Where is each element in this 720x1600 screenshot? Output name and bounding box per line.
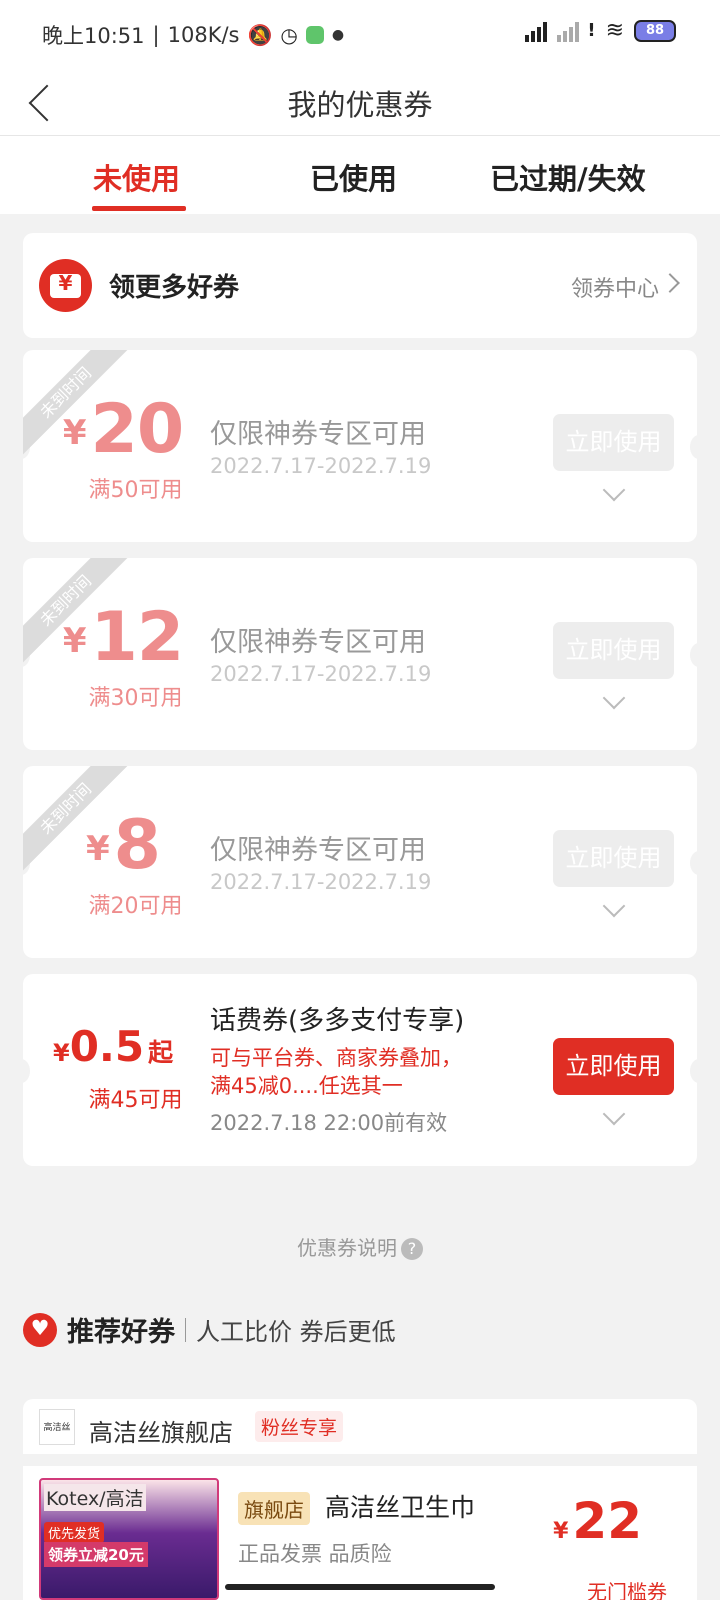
coupon-condition: 满20可用 (88, 894, 183, 919)
card-notch (690, 1059, 697, 1083)
recommend-header: 推荐好券 人工比价 券后更低 (23, 1310, 396, 1349)
notification-dot-icon: ● (331, 27, 345, 43)
store-name: 高洁丝旗舰店 (89, 1419, 233, 1447)
nav-header: 我的优惠券 (0, 68, 720, 136)
coupon-amount: ¥20 (62, 390, 184, 469)
tab-expired[interactable]: 已过期/失效 (490, 156, 646, 198)
use-now-button[interactable]: 立即使用 (553, 830, 674, 887)
coupon-condition: 满30可用 (88, 686, 183, 711)
coupon-condition: 满50可用 (88, 478, 183, 503)
heart-icon (23, 1312, 57, 1347)
recommend-title: 推荐好券 (67, 1317, 175, 1348)
product-guarantees: 正品发票 品质险 (238, 1542, 392, 1566)
product-image: Kotex/高洁 优先发货 领券立减20元 (39, 1478, 219, 1600)
network-speed: 108K/s (167, 23, 240, 47)
card-notch (690, 851, 697, 875)
coupon-amount: ¥0.5 起 (53, 1022, 174, 1071)
chevron-down-icon[interactable] (602, 894, 626, 918)
chevron-down-icon[interactable] (602, 686, 626, 710)
coupon-validity: 2022.7.17-2022.7.19 (210, 662, 432, 686)
coupon-center-link[interactable]: 领券中心 (571, 271, 659, 303)
coupon-condition: 满45可用 (88, 1088, 183, 1113)
card-notch (23, 1059, 30, 1083)
status-separator: | (152, 23, 160, 47)
product-price: ¥22 (553, 1492, 642, 1550)
coupon-validity: 2022.7.17-2022.7.19 (210, 454, 432, 478)
status-left: 晚上10:51 | 108K/s 🔕 ◷ ● (42, 20, 344, 50)
store-logo: 高洁丝 (39, 1409, 75, 1445)
coupon-title: 仅限神券专区可用 (210, 835, 426, 866)
store-row[interactable]: 高洁丝 高洁丝旗舰店 粉丝专享 (23, 1399, 697, 1454)
active-tab-indicator (92, 206, 186, 211)
flagship-store-badge: 旗舰店 (238, 1492, 310, 1525)
coupon-note: 无门槛券 (587, 1580, 667, 1600)
coupon-card: 未到时间 ¥8 满20可用 仅限神券专区可用 2022.7.17-2022.7.… (23, 766, 697, 958)
signal-icon (525, 20, 548, 42)
promo-title: 领更多好券 (109, 273, 240, 303)
coupon-title: 仅限神券专区可用 (210, 419, 426, 450)
no-service-icon: ! (587, 20, 596, 41)
coupon-amount: ¥8 (86, 806, 161, 885)
fan-exclusive-badge: 粉丝专享 (255, 1411, 344, 1442)
tab-used[interactable]: 已使用 (310, 156, 397, 198)
chevron-right-icon (660, 273, 680, 293)
coupon-ticket-icon: ¥ (39, 259, 92, 312)
signal-2-icon (557, 20, 580, 42)
recommend-subtitle: 人工比价 券后更低 (196, 1318, 396, 1346)
product-name: 高洁丝卫生巾 (325, 1493, 476, 1522)
phone-bill-coupon-card: ¥0.5 起 满45可用 话费券(多多支付专享) 可与平台券、商家券叠加， 满45… (23, 974, 697, 1166)
home-indicator[interactable] (225, 1584, 495, 1590)
page-title: 我的优惠券 (287, 88, 433, 122)
use-now-button[interactable]: 立即使用 (553, 622, 674, 679)
coupon-tabs: 未使用 已使用 已过期/失效 (0, 136, 720, 214)
coupon-validity: 2022.7.17-2022.7.19 (210, 870, 432, 894)
alarm-clock-icon: ◷ (280, 23, 298, 47)
tab-unused[interactable]: 未使用 (93, 156, 180, 198)
wifi-icon: ≋ (605, 18, 624, 43)
battery-icon: 88 (634, 19, 676, 42)
card-notch (690, 435, 697, 459)
coupon-validity: 2022.7.18 22:00前有效 (210, 1111, 448, 1135)
status-time: 晚上10:51 (42, 24, 145, 48)
wechat-icon (305, 26, 324, 44)
coupon-description: 可与平台券、商家券叠加， 满45减0....任选其一 (210, 1046, 462, 1098)
coupon-card: 未到时间 ¥12 满30可用 仅限神券专区可用 2022.7.17-2022.7… (23, 558, 697, 750)
mute-bell-icon: 🔕 (247, 23, 273, 47)
coupon-title: 仅限神券专区可用 (210, 627, 426, 658)
divider (185, 1317, 186, 1342)
card-notch (690, 643, 697, 667)
question-icon: ? (401, 1238, 423, 1260)
coupon-explanation-link[interactable]: 优惠券说明? (0, 1232, 720, 1261)
coupon-card: 未到时间 ¥20 满50可用 仅限神券专区可用 2022.7.17-2022.7… (23, 350, 697, 542)
product-card[interactable]: Kotex/高洁 优先发货 领券立减20元 旗舰店 高洁丝卫生巾 正品发票 品质… (23, 1466, 697, 1600)
chevron-down-icon[interactable] (602, 1102, 626, 1126)
use-now-button[interactable]: 立即使用 (553, 1038, 674, 1095)
coupon-title: 话费券(多多支付专享) (210, 1006, 465, 1036)
coupon-amount: ¥12 (62, 598, 184, 677)
chevron-down-icon[interactable] (602, 478, 626, 502)
status-bar: 晚上10:51 | 108K/s 🔕 ◷ ● ! ≋ 88 (0, 0, 720, 68)
get-more-coupons-bar[interactable]: ¥ 领更多好券 领券中心 (23, 233, 697, 338)
use-now-button[interactable]: 立即使用 (553, 414, 674, 471)
status-right: ! ≋ 88 (525, 18, 676, 43)
